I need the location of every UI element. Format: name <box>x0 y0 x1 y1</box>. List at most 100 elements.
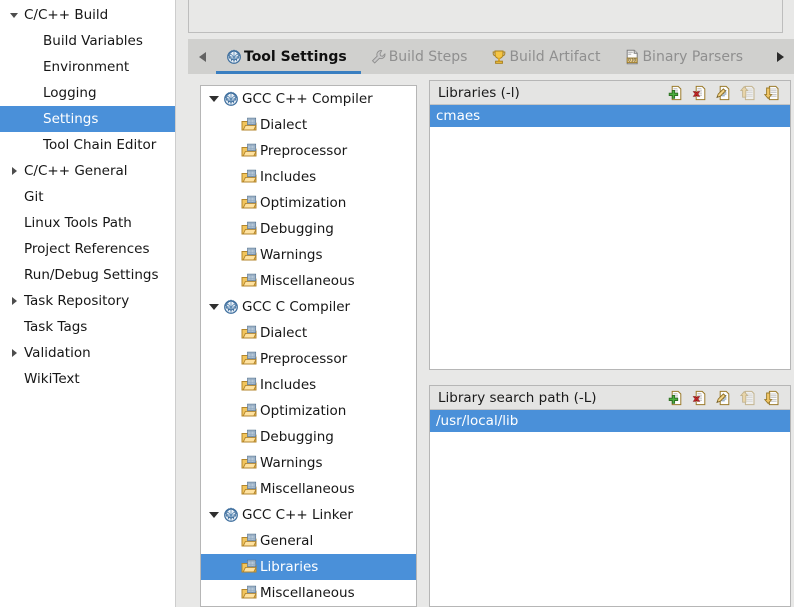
sidebar-item-label: Project References <box>24 241 150 257</box>
tree-item-gcc-c-compiler[interactable]: GCC C++ Compiler <box>201 86 416 112</box>
folder-settings-icon <box>241 403 257 419</box>
chevron-down-icon[interactable] <box>205 86 223 112</box>
folder-settings-icon <box>241 533 257 549</box>
sidebar-item-label: Git <box>24 189 44 205</box>
tree-item-label: Miscellaneous <box>260 273 355 289</box>
folder-settings-icon <box>241 481 257 497</box>
gear-globe-icon <box>226 48 242 65</box>
chevron-down-icon[interactable] <box>205 502 223 528</box>
chevron-right-icon[interactable] <box>6 340 22 366</box>
search-path-edit-icon[interactable] <box>716 390 732 406</box>
tool-settings-content: GCC C++ Compiler Dialect Preprocessor Inclu… <box>188 74 794 607</box>
tree-item-optimization[interactable]: Optimization <box>201 190 416 216</box>
tree-item-label: GCC C Compiler <box>242 299 351 315</box>
list-item[interactable]: cmaes <box>430 105 790 127</box>
tree-item-preprocessor[interactable]: Preprocessor <box>201 346 416 372</box>
tab-tool-settings[interactable]: Tool Settings <box>216 39 361 74</box>
libraries-edit-icon[interactable] <box>716 85 732 101</box>
folder-settings-icon <box>241 273 257 289</box>
tab-build-steps[interactable]: Build Steps <box>361 39 482 74</box>
tree-item-dialect[interactable]: Dialect <box>201 320 416 346</box>
sidebar-item-task-repository[interactable]: Task Repository <box>0 288 175 314</box>
tree-item-gcc-c-linker[interactable]: GCC C++ Linker <box>201 502 416 528</box>
tree-item-optimization[interactable]: Optimization <box>201 398 416 424</box>
libraries-panel: Libraries (-l) cmaes <box>429 80 791 370</box>
sidebar-item-c-c-general[interactable]: C/C++ General <box>0 158 175 184</box>
tree-item-gcc-c-compiler[interactable]: GCC C Compiler <box>201 294 416 320</box>
tree-item-miscellaneous[interactable]: Miscellaneous <box>201 580 416 606</box>
tab-label: Tool Settings <box>244 48 347 65</box>
sidebar-item-logging[interactable]: Logging <box>0 80 175 106</box>
tree-item-label: GCC C++ Compiler <box>242 91 373 107</box>
tab-scroll-left-button[interactable] <box>188 39 216 74</box>
binary-file-icon: 010 <box>624 49 640 65</box>
sidebar-item-run-debug-settings[interactable]: Run/Debug Settings <box>0 262 175 288</box>
tree-item-dialect[interactable]: Dialect <box>201 112 416 138</box>
chevron-down-icon[interactable] <box>205 294 223 320</box>
chevron-right-icon[interactable] <box>6 158 22 184</box>
chevron-right-icon[interactable] <box>6 288 22 314</box>
folder-settings-icon <box>241 429 257 445</box>
libraries-delete-icon[interactable] <box>692 85 708 101</box>
sidebar-item-c-c-build[interactable]: C/C++ Build <box>0 2 175 28</box>
sidebar-item-label: Build Variables <box>43 33 143 49</box>
tree-item-miscellaneous[interactable]: Miscellaneous <box>201 268 416 294</box>
sidebar-item-label: Task Tags <box>24 319 88 335</box>
top-empty-frame <box>188 0 783 33</box>
sidebar-item-task-tags[interactable]: Task Tags <box>0 314 175 340</box>
tool-tree[interactable]: GCC C++ Compiler Dialect Preprocessor Inclu… <box>200 85 417 607</box>
tree-item-label: Includes <box>260 169 317 185</box>
sidebar-item-git[interactable]: Git <box>0 184 175 210</box>
search-path-list[interactable]: /usr/local/lib <box>430 410 790 432</box>
sidebar-item-build-variables[interactable]: Build Variables <box>0 28 175 54</box>
tree-item-warnings[interactable]: Warnings <box>201 450 416 476</box>
libraries-add-icon[interactable] <box>668 85 684 101</box>
sidebar-item-validation[interactable]: Validation <box>0 340 175 366</box>
gear-globe-icon <box>223 507 239 523</box>
tree-item-debugging[interactable]: Debugging <box>201 424 416 450</box>
search-path-add-icon[interactable] <box>668 390 684 406</box>
tree-item-includes[interactable]: Includes <box>201 164 416 190</box>
tree-item-debugging[interactable]: Debugging <box>201 216 416 242</box>
tree-item-label: Dialect <box>260 117 308 133</box>
libraries-list[interactable]: cmaes <box>430 105 790 127</box>
tab-scroll-right-button[interactable] <box>766 39 794 74</box>
search-path-move-down-icon[interactable] <box>764 390 780 406</box>
tree-item-label: Miscellaneous <box>260 481 355 497</box>
search-path-move-up-icon <box>740 390 756 406</box>
search-path-delete-icon[interactable] <box>692 390 708 406</box>
libraries-move-down-icon[interactable] <box>764 85 780 101</box>
tab-binary-parsers[interactable]: 010 Binary Parsers <box>614 39 757 74</box>
folder-settings-icon <box>241 377 257 393</box>
tree-item-warnings[interactable]: Warnings <box>201 242 416 268</box>
tab-label: Binary Parsers <box>642 48 743 65</box>
tree-item-preprocessor[interactable]: Preprocessor <box>201 138 416 164</box>
sidebar-item-environment[interactable]: Environment <box>0 54 175 80</box>
sidebar-item-tool-chain-editor[interactable]: Tool Chain Editor <box>0 132 175 158</box>
folder-settings-icon <box>241 325 257 341</box>
sidebar-item-linux-tools-path[interactable]: Linux Tools Path <box>0 210 175 236</box>
tab-label: Build Steps <box>388 48 468 65</box>
tree-item-label: GCC C++ Linker <box>242 507 353 523</box>
sidebar-item-project-references[interactable]: Project References <box>0 236 175 262</box>
libraries-move-up-icon <box>740 85 756 101</box>
tree-item-libraries[interactable]: Libraries <box>201 554 416 580</box>
tree-item-label: Optimization <box>260 403 347 419</box>
sidebar-item-settings[interactable]: Settings <box>0 106 175 132</box>
list-item[interactable]: /usr/local/lib <box>430 410 790 432</box>
sidebar-item-wikitext[interactable]: WikiText <box>0 366 175 392</box>
tab-build-artifact[interactable]: Build Artifact <box>481 39 614 74</box>
chevron-down-icon[interactable] <box>6 2 22 28</box>
tree-item-miscellaneous[interactable]: Miscellaneous <box>201 476 416 502</box>
tree-item-includes[interactable]: Includes <box>201 372 416 398</box>
tree-item-general[interactable]: General <box>201 528 416 554</box>
